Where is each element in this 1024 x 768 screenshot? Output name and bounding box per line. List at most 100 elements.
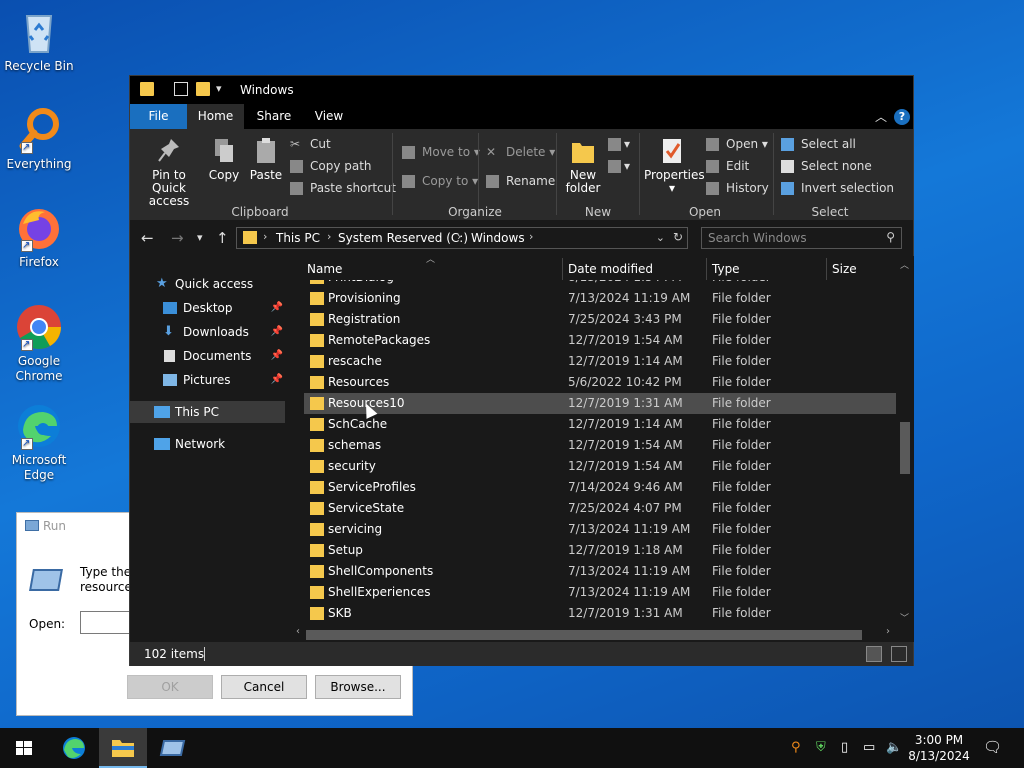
- up-button[interactable]: ↑: [216, 229, 229, 247]
- table-row[interactable]: rescache 12/7/2019 1:14 AM File folder: [304, 351, 896, 372]
- breadcrumb-windows[interactable]: Windows: [471, 231, 525, 245]
- copy-to-button[interactable]: Copy to ▾: [402, 172, 478, 190]
- nav-quick-access[interactable]: ★ Quick access: [130, 273, 285, 295]
- nav-documents[interactable]: Documents 📌: [130, 345, 285, 367]
- recent-locations-button[interactable]: ▾: [197, 231, 203, 244]
- select-none-button[interactable]: Select none: [781, 157, 872, 175]
- table-row[interactable]: SchCache 12/7/2019 1:14 AM File folder: [304, 414, 896, 435]
- breadcrumb-this-pc[interactable]: This PC: [276, 231, 320, 245]
- invert-selection-button[interactable]: Invert selection: [781, 179, 894, 197]
- edit-button[interactable]: Edit: [706, 157, 749, 175]
- volume-muted-icon[interactable]: 🔈: [886, 740, 902, 755]
- usb-tray-icon[interactable]: ▯: [841, 740, 848, 755]
- new-folder-qa-icon[interactable]: [196, 82, 210, 96]
- security-tray-icon[interactable]: ⛨: [816, 740, 826, 755]
- column-separator[interactable]: [562, 258, 563, 280]
- table-row[interactable]: Resources10 12/7/2019 1:31 AM File folder: [304, 393, 896, 414]
- desktop-icon-firefox[interactable]: Firefox: [4, 204, 74, 270]
- breadcrumb-drive[interactable]: System Reserved (C:): [338, 231, 468, 245]
- run-cancel-button[interactable]: Cancel: [221, 675, 307, 699]
- tab-view[interactable]: View: [304, 104, 354, 129]
- details-view-icon[interactable]: [866, 646, 882, 662]
- address-bar[interactable]: › This PC › System Reserved (C:) › Windo…: [236, 227, 688, 249]
- new-folder-button[interactable]: New folder: [560, 137, 606, 195]
- paste-shortcut-button[interactable]: Paste shortcut: [290, 179, 396, 197]
- search-box[interactable]: ⚲: [701, 227, 902, 249]
- collapse-ribbon-icon[interactable]: ︿: [875, 108, 887, 125]
- taskbar-file-explorer[interactable]: [99, 728, 147, 768]
- table-row[interactable]: Registration 7/25/2024 3:43 PM File folder: [304, 309, 896, 330]
- run-browse-button[interactable]: Browse...: [315, 675, 401, 699]
- search-input[interactable]: [708, 230, 878, 246]
- notifications-icon[interactable]: 🗨: [983, 738, 1002, 756]
- table-row[interactable]: ServiceState 7/25/2024 4:07 PM File folder: [304, 498, 896, 519]
- run-ok-button[interactable]: OK: [127, 675, 213, 699]
- desktop-icon-recycle-bin[interactable]: Recycle Bin: [4, 8, 74, 74]
- address-dropdown-icon[interactable]: ⌄: [656, 231, 665, 244]
- table-row[interactable]: Provisioning 7/13/2024 11:19 AM File folde…: [304, 288, 896, 309]
- table-row[interactable]: ShellExperiences 7/13/2024 11:19 AM File f…: [304, 582, 896, 603]
- delete-button[interactable]: ✕ Delete ▾: [486, 143, 555, 161]
- open-button[interactable]: Open ▾: [706, 135, 768, 153]
- horizontal-scrollbar[interactable]: ‹ ›: [294, 626, 894, 642]
- properties-button[interactable]: Properties ▾: [644, 137, 705, 195]
- vertical-scroll-thumb[interactable]: [900, 422, 910, 474]
- move-to-button[interactable]: Move to ▾: [402, 143, 480, 161]
- copy-path-button[interactable]: Copy path: [290, 157, 372, 175]
- table-row[interactable]: SKB 12/7/2019 1:31 AM File folder: [304, 603, 896, 624]
- table-row[interactable]: PrintDialog 8/13/2024 1:54 PM File folde…: [304, 280, 896, 288]
- paste-button[interactable]: Paste: [248, 137, 284, 182]
- tab-file[interactable]: File: [130, 104, 187, 129]
- tab-share[interactable]: Share: [244, 104, 304, 129]
- horizontal-scroll-thumb[interactable]: [306, 630, 862, 640]
- table-row[interactable]: Setup 12/7/2019 1:18 AM File folder: [304, 540, 896, 561]
- network-tray-icon[interactable]: ▭: [863, 740, 875, 755]
- tab-home[interactable]: Home: [187, 104, 244, 129]
- forward-button[interactable]: →: [171, 229, 184, 247]
- properties-qa-icon[interactable]: [174, 82, 188, 96]
- easy-access-button[interactable]: ▾: [608, 157, 630, 175]
- clock[interactable]: 3:00 PM 8/13/2024: [905, 732, 973, 764]
- nav-pictures[interactable]: Pictures 📌: [130, 369, 285, 391]
- scroll-left-icon[interactable]: ‹: [296, 626, 300, 637]
- everything-tray-icon[interactable]: ⚲: [791, 740, 801, 755]
- pin-to-quick-access-button[interactable]: Pin to Quick access: [136, 137, 202, 208]
- desktop-icon-edge[interactable]: Microsoft Edge: [4, 402, 74, 483]
- nav-downloads[interactable]: ⬇ Downloads 📌: [130, 321, 285, 343]
- scroll-right-icon[interactable]: ›: [886, 626, 890, 637]
- nav-network[interactable]: Network: [130, 433, 285, 455]
- column-header-date[interactable]: Date modified: [568, 256, 653, 280]
- start-button[interactable]: [0, 728, 48, 768]
- column-header-type[interactable]: Type: [712, 256, 740, 280]
- scroll-up-icon[interactable]: ︿: [900, 258, 909, 271]
- desktop-icon-chrome[interactable]: Google Chrome: [4, 303, 74, 384]
- nav-desktop[interactable]: Desktop 📌: [130, 297, 285, 319]
- table-row[interactable]: ShellComponents 7/13/2024 11:19 AM File fo…: [304, 561, 896, 582]
- table-row[interactable]: schemas 12/7/2019 1:54 AM File folder: [304, 435, 896, 456]
- back-button[interactable]: ←: [141, 229, 154, 247]
- copy-button[interactable]: Copy: [206, 137, 242, 182]
- table-row[interactable]: servicing 7/13/2024 11:19 AM File folder: [304, 519, 896, 540]
- new-item-button[interactable]: ▾: [608, 135, 630, 153]
- cut-button[interactable]: ✂ Cut: [290, 135, 331, 153]
- taskbar-edge[interactable]: [50, 728, 98, 768]
- history-button[interactable]: History: [706, 179, 769, 197]
- column-separator[interactable]: [826, 258, 827, 280]
- table-row[interactable]: ServiceProfiles 7/14/2024 9:46 AM File fol…: [304, 477, 896, 498]
- help-icon[interactable]: ?: [894, 109, 910, 125]
- table-row[interactable]: security 12/7/2019 1:54 AM File folder: [304, 456, 896, 477]
- desktop-icon-everything[interactable]: Everything: [4, 106, 74, 172]
- refresh-icon[interactable]: ↻: [673, 230, 683, 244]
- customize-qa-icon[interactable]: ▾: [216, 82, 230, 96]
- column-header-name[interactable]: Name: [307, 256, 342, 280]
- table-row[interactable]: RemotePackages 12/7/2019 1:54 AM File fold…: [304, 330, 896, 351]
- select-all-button[interactable]: Select all: [781, 135, 856, 153]
- nav-this-pc[interactable]: This PC: [130, 401, 285, 423]
- rename-button[interactable]: Rename: [486, 172, 555, 190]
- scroll-down-icon[interactable]: ﹀: [900, 611, 909, 624]
- large-icons-view-icon[interactable]: [891, 646, 907, 662]
- column-separator[interactable]: [706, 258, 707, 280]
- table-row[interactable]: Resources 5/6/2022 10:42 PM File folder: [304, 372, 896, 393]
- taskbar-run[interactable]: [149, 728, 197, 768]
- vertical-scrollbar[interactable]: ︿ ﹀: [896, 256, 913, 626]
